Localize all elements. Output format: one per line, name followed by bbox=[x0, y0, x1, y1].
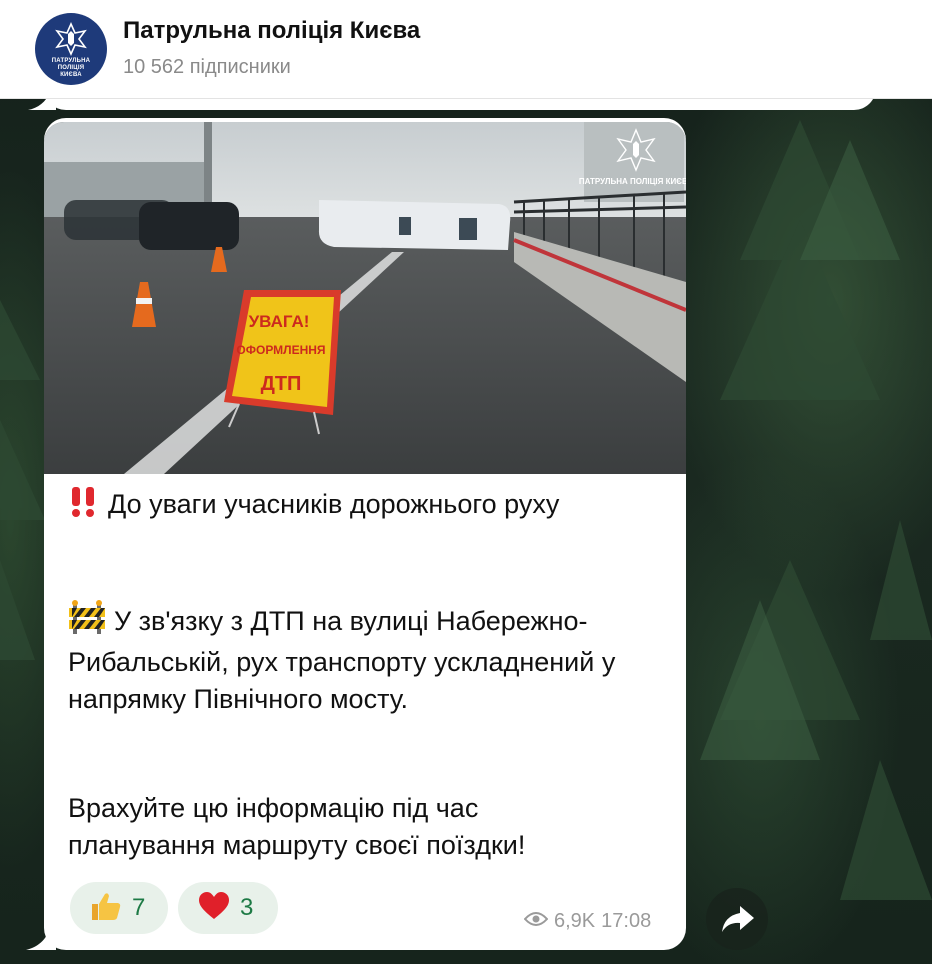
view-count: 6,9K bbox=[554, 910, 596, 932]
channel-avatar[interactable]: ПАТРУЛЬНА ПОЛІЦІЯ КИЄВА bbox=[35, 13, 107, 85]
reaction-heart[interactable]: 3 bbox=[178, 882, 278, 934]
photo-watermark: ПАТРУЛЬНА ПОЛІЦІЯ КИЄВА bbox=[579, 177, 686, 186]
thumbs-up-icon bbox=[90, 891, 122, 926]
channel-header[interactable]: ПАТРУЛЬНА ПОЛІЦІЯ КИЄВА Патрульна поліці… bbox=[0, 0, 932, 99]
channel-title[interactable]: Патрульна поліція Києва bbox=[123, 17, 420, 45]
avatar-label-3: КИЄВА bbox=[60, 72, 82, 78]
avatar-label-2: ПОЛІЦІЯ bbox=[57, 65, 85, 71]
message-time: 17:08 bbox=[601, 910, 652, 932]
reaction-thumbs-up[interactable]: 7 bbox=[70, 882, 168, 934]
message-line-1: До уваги учасників дорожнього руху bbox=[108, 489, 560, 519]
double-exclamation-icon bbox=[68, 487, 100, 527]
sign-line-2: ОФОРМЛЕННЯ bbox=[236, 343, 325, 357]
reaction-count-thumbs-up: 7 bbox=[132, 894, 146, 921]
message-paragraph-1: До уваги учасників дорожнього руху bbox=[68, 486, 628, 527]
accident-photo-image: УВАГА! ОФОРМЛЕННЯ ДТП ПАТРУЛЬНА ПОЛІЦІЯ … bbox=[44, 122, 686, 474]
message-tail-icon bbox=[26, 928, 56, 950]
message-line-2: У зв'язку з ДТП на вулиці Набережно-Риба… bbox=[68, 606, 616, 714]
reaction-count-heart: 3 bbox=[240, 894, 254, 921]
message-meta: 6,9K 17:08 bbox=[523, 910, 652, 933]
sign-line-1: УВАГА! bbox=[249, 312, 310, 331]
construction-barrier-icon bbox=[68, 600, 106, 644]
share-arrow-icon bbox=[722, 906, 754, 932]
eye-icon bbox=[523, 910, 549, 933]
message-photo[interactable]: УВАГА! ОФОРМЛЕННЯ ДТП ПАТРУЛЬНА ПОЛІЦІЯ … bbox=[44, 122, 686, 474]
message-paragraph-2: У зв'язку з ДТП на вулиці Набережно-Риба… bbox=[68, 600, 628, 718]
subscriber-count: 10 562 підписники bbox=[123, 56, 291, 78]
message-line-3: Врахуйте цю інформацію під час плануванн… bbox=[68, 793, 526, 860]
sign-line-3: ДТП bbox=[261, 373, 302, 395]
heart-icon bbox=[198, 891, 230, 925]
share-button[interactable] bbox=[706, 888, 768, 950]
avatar-label-1: ПАТРУЛЬНА bbox=[51, 58, 91, 64]
